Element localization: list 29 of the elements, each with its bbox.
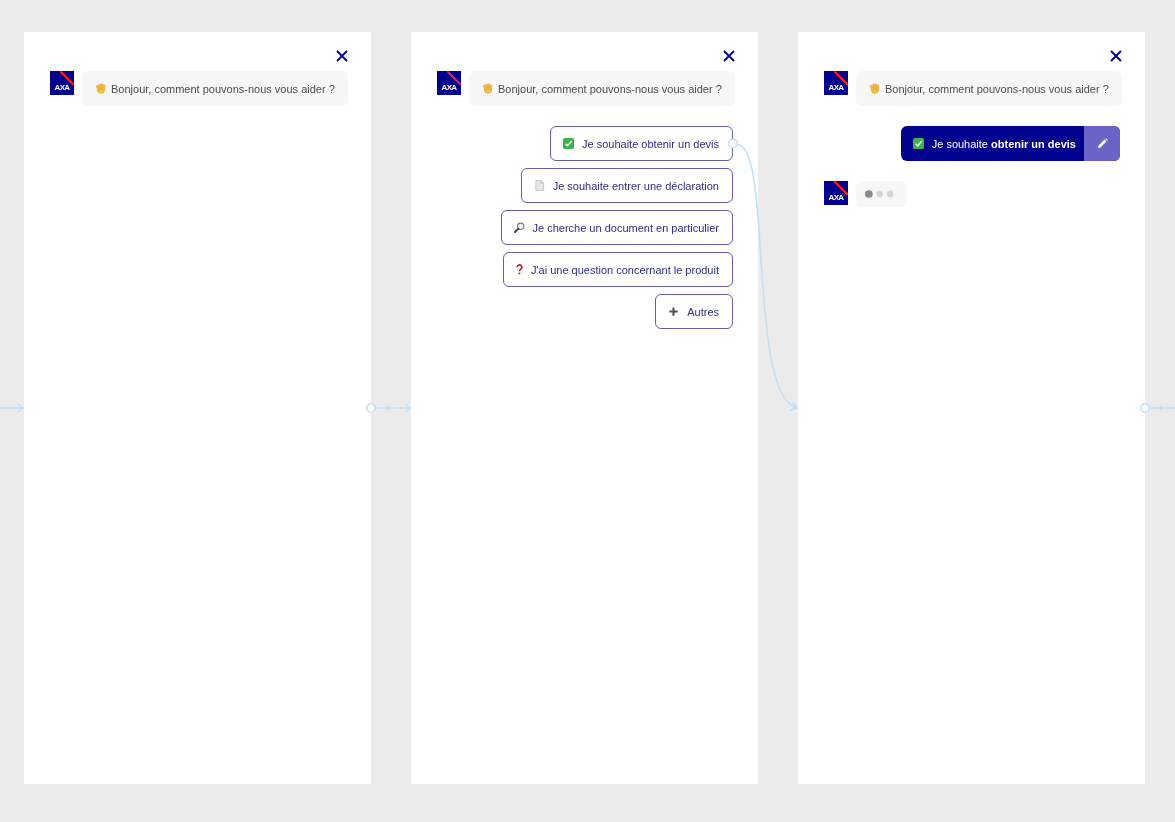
plus-icon (668, 306, 680, 317)
connector-arrow (0, 403, 25, 413)
option-button[interactable]: Je souhaite obtenir un devis (550, 126, 733, 161)
pencil-icon (1096, 138, 1108, 149)
brand-logo: AXA (824, 71, 848, 95)
brand-logo: AXA (437, 71, 461, 95)
close-icon[interactable] (1110, 50, 1122, 62)
hand-icon (95, 83, 106, 94)
typing-dots-icon (865, 190, 894, 198)
check-icon (912, 138, 924, 149)
edit-button[interactable] (1084, 126, 1120, 161)
question-mark-icon (516, 264, 523, 275)
message-text: Bonjour, comment pouvons-nous vous aider ? (498, 82, 722, 95)
message-text: Bonjour, comment pouvons-nous vous aider ? (111, 82, 335, 95)
hand-icon (482, 83, 493, 94)
option-button[interactable]: Je souhaite entrer une déclaration (520, 168, 733, 203)
check-icon (563, 138, 574, 149)
answer-text: Je souhaite obtenir un devis (931, 137, 1076, 150)
message-text: Bonjour, comment pouvons-nous vous aider ? (885, 82, 1109, 95)
close-icon[interactable] (336, 50, 348, 62)
hand-icon (869, 83, 880, 94)
magnifier-icon (513, 222, 525, 233)
brand-logo: AXA (824, 181, 848, 205)
brand-logo: AXA (50, 71, 74, 95)
option-button[interactable]: Je cherche un document en particulier (500, 210, 733, 245)
document-icon (533, 180, 545, 191)
option-button[interactable]: Autres (655, 294, 733, 329)
close-icon[interactable] (723, 50, 735, 62)
option-button[interactable]: J'ai une question concernant le produit (503, 252, 733, 287)
